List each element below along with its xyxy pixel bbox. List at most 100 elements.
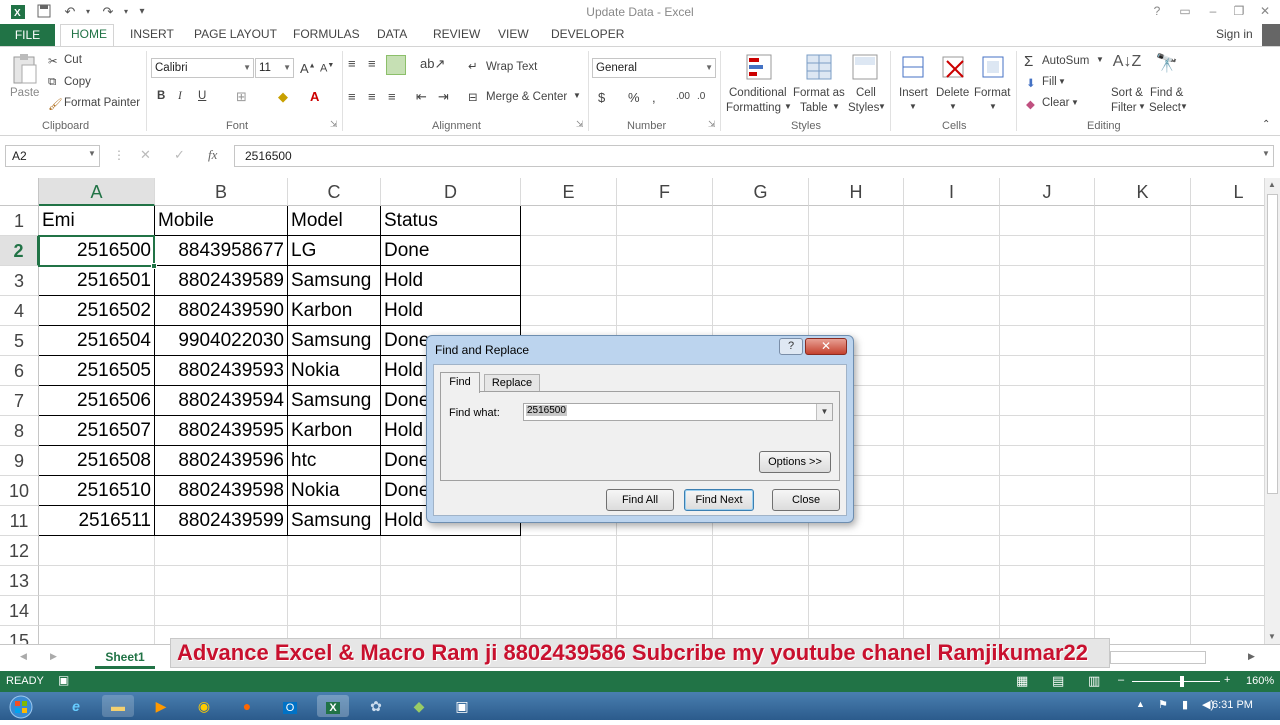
cell[interactable] bbox=[809, 206, 904, 236]
cell[interactable] bbox=[809, 266, 904, 296]
cell[interactable] bbox=[1191, 446, 1264, 476]
cell[interactable] bbox=[1191, 416, 1264, 446]
underline-icon[interactable]: U bbox=[198, 90, 206, 102]
scroll-down-icon[interactable]: ▼ bbox=[1268, 632, 1276, 641]
column-header-i[interactable]: I bbox=[904, 178, 1000, 206]
table-cell[interactable]: 2516506 bbox=[39, 386, 155, 416]
row-header-6[interactable]: 6 bbox=[0, 356, 39, 386]
column-header-k[interactable]: K bbox=[1095, 178, 1191, 206]
conditional-formatting-label-1[interactable]: Conditional bbox=[729, 87, 787, 99]
number-launcher-icon[interactable]: ⇲ bbox=[708, 119, 716, 130]
horizontal-scroll-thumb[interactable] bbox=[1110, 651, 1206, 664]
cell[interactable] bbox=[617, 596, 713, 626]
table-header-cell[interactable]: Model bbox=[288, 206, 381, 236]
zoom-level[interactable]: 160% bbox=[1246, 675, 1274, 687]
row-header-1[interactable]: 1 bbox=[0, 206, 39, 236]
paste-label[interactable]: Paste bbox=[10, 87, 39, 99]
cell[interactable] bbox=[1095, 266, 1191, 296]
tab-file[interactable]: FILE bbox=[0, 24, 55, 46]
fill-color-icon[interactable]: ◆ bbox=[278, 89, 288, 105]
cell[interactable] bbox=[1191, 596, 1264, 626]
conditional-formatting-icon[interactable] bbox=[744, 53, 774, 83]
cell[interactable] bbox=[381, 536, 521, 566]
prev-sheet-icon[interactable]: ◀ bbox=[20, 651, 27, 662]
cell[interactable] bbox=[809, 536, 904, 566]
chevron-down-icon[interactable]: ▼ bbox=[88, 149, 96, 158]
cell[interactable] bbox=[521, 236, 617, 266]
find-what-input[interactable]: 2516500 ▼ bbox=[523, 403, 833, 421]
table-cell[interactable]: 2516500 bbox=[39, 236, 155, 266]
cell[interactable] bbox=[904, 236, 1000, 266]
row-header-10[interactable]: 10 bbox=[0, 476, 39, 506]
cell[interactable] bbox=[521, 296, 617, 326]
firefox-icon[interactable]: ● bbox=[231, 695, 263, 717]
cell[interactable] bbox=[904, 266, 1000, 296]
cell[interactable] bbox=[1095, 566, 1191, 596]
cell[interactable] bbox=[617, 566, 713, 596]
conditional-formatting-label-2[interactable]: Formatting bbox=[726, 102, 781, 114]
column-header-a[interactable]: A bbox=[39, 178, 155, 206]
column-header-j[interactable]: J bbox=[1000, 178, 1095, 206]
column-header-f[interactable]: F bbox=[617, 178, 713, 206]
table-cell[interactable]: 2516511 bbox=[39, 506, 155, 536]
bold-icon[interactable]: B bbox=[157, 90, 165, 102]
cell[interactable] bbox=[809, 236, 904, 266]
table-cell[interactable]: 8802439596 bbox=[155, 446, 288, 476]
vertical-scrollbar[interactable]: ▲ ▼ bbox=[1264, 178, 1280, 644]
cell[interactable] bbox=[1191, 536, 1264, 566]
next-sheet-icon[interactable]: ▶ bbox=[50, 651, 57, 662]
find-next-button[interactable]: Find Next bbox=[684, 489, 754, 511]
cell[interactable] bbox=[1000, 536, 1095, 566]
confirm-entry-icon[interactable]: ✓ bbox=[174, 147, 185, 163]
cell[interactable] bbox=[1000, 416, 1095, 446]
cell[interactable] bbox=[381, 596, 521, 626]
row-header-3[interactable]: 3 bbox=[0, 266, 39, 296]
decrease-font-icon[interactable]: A▼ bbox=[320, 62, 334, 75]
cell-styles-label-2[interactable]: Styles bbox=[848, 102, 879, 114]
autosum-icon[interactable]: Σ bbox=[1024, 53, 1033, 70]
cell[interactable] bbox=[521, 596, 617, 626]
number-format-combo[interactable]: General ▼ bbox=[592, 58, 716, 78]
align-right-icon[interactable]: ≡ bbox=[388, 89, 396, 104]
cell[interactable] bbox=[904, 206, 1000, 236]
cell[interactable] bbox=[1000, 326, 1095, 356]
dialog-help-button[interactable]: ? bbox=[779, 338, 803, 355]
zoom-in-icon[interactable]: + bbox=[1224, 674, 1230, 686]
cell[interactable] bbox=[1000, 206, 1095, 236]
cell[interactable] bbox=[1191, 386, 1264, 416]
format-painter-button[interactable]: Format Painter bbox=[64, 97, 140, 109]
cell[interactable] bbox=[1000, 506, 1095, 536]
network-app-icon[interactable]: ✿ bbox=[360, 695, 392, 717]
cell[interactable] bbox=[904, 326, 1000, 356]
select-all-corner[interactable] bbox=[0, 178, 39, 206]
macro-record-icon[interactable]: ▣ bbox=[58, 673, 69, 687]
row-header-11[interactable]: 11 bbox=[0, 506, 39, 536]
column-header-b[interactable]: B bbox=[155, 178, 288, 206]
cell[interactable] bbox=[904, 506, 1000, 536]
tray-expand-icon[interactable]: ▲ bbox=[1136, 699, 1145, 709]
row-header-9[interactable]: 9 bbox=[0, 446, 39, 476]
zoom-slider-thumb[interactable] bbox=[1180, 676, 1184, 687]
merge-center-button[interactable]: Merge & Center bbox=[486, 91, 567, 103]
restore-button[interactable]: ❐ bbox=[1230, 3, 1248, 19]
scroll-up-icon[interactable]: ▲ bbox=[1268, 180, 1276, 189]
ribbon-display-button[interactable]: ▭ bbox=[1176, 3, 1194, 19]
cell[interactable] bbox=[1095, 206, 1191, 236]
cell[interactable] bbox=[381, 566, 521, 596]
format-cells-icon[interactable] bbox=[978, 53, 1008, 83]
options-button[interactable]: Options >> bbox=[759, 451, 831, 473]
cell[interactable] bbox=[1191, 506, 1264, 536]
cell[interactable] bbox=[1000, 446, 1095, 476]
table-cell[interactable]: 8802439593 bbox=[155, 356, 288, 386]
font-size-combo[interactable]: 11 ▼ bbox=[255, 58, 294, 78]
table-cell[interactable]: 8802439598 bbox=[155, 476, 288, 506]
cancel-entry-icon[interactable]: ✕ bbox=[140, 147, 151, 163]
ie-icon[interactable]: e bbox=[60, 695, 92, 717]
cell[interactable] bbox=[1095, 596, 1191, 626]
cell[interactable] bbox=[1000, 596, 1095, 626]
row-header-7[interactable]: 7 bbox=[0, 386, 39, 416]
row-header-14[interactable]: 14 bbox=[0, 596, 39, 626]
cell[interactable] bbox=[521, 266, 617, 296]
cell[interactable] bbox=[1095, 236, 1191, 266]
table-cell[interactable]: 2516504 bbox=[39, 326, 155, 356]
